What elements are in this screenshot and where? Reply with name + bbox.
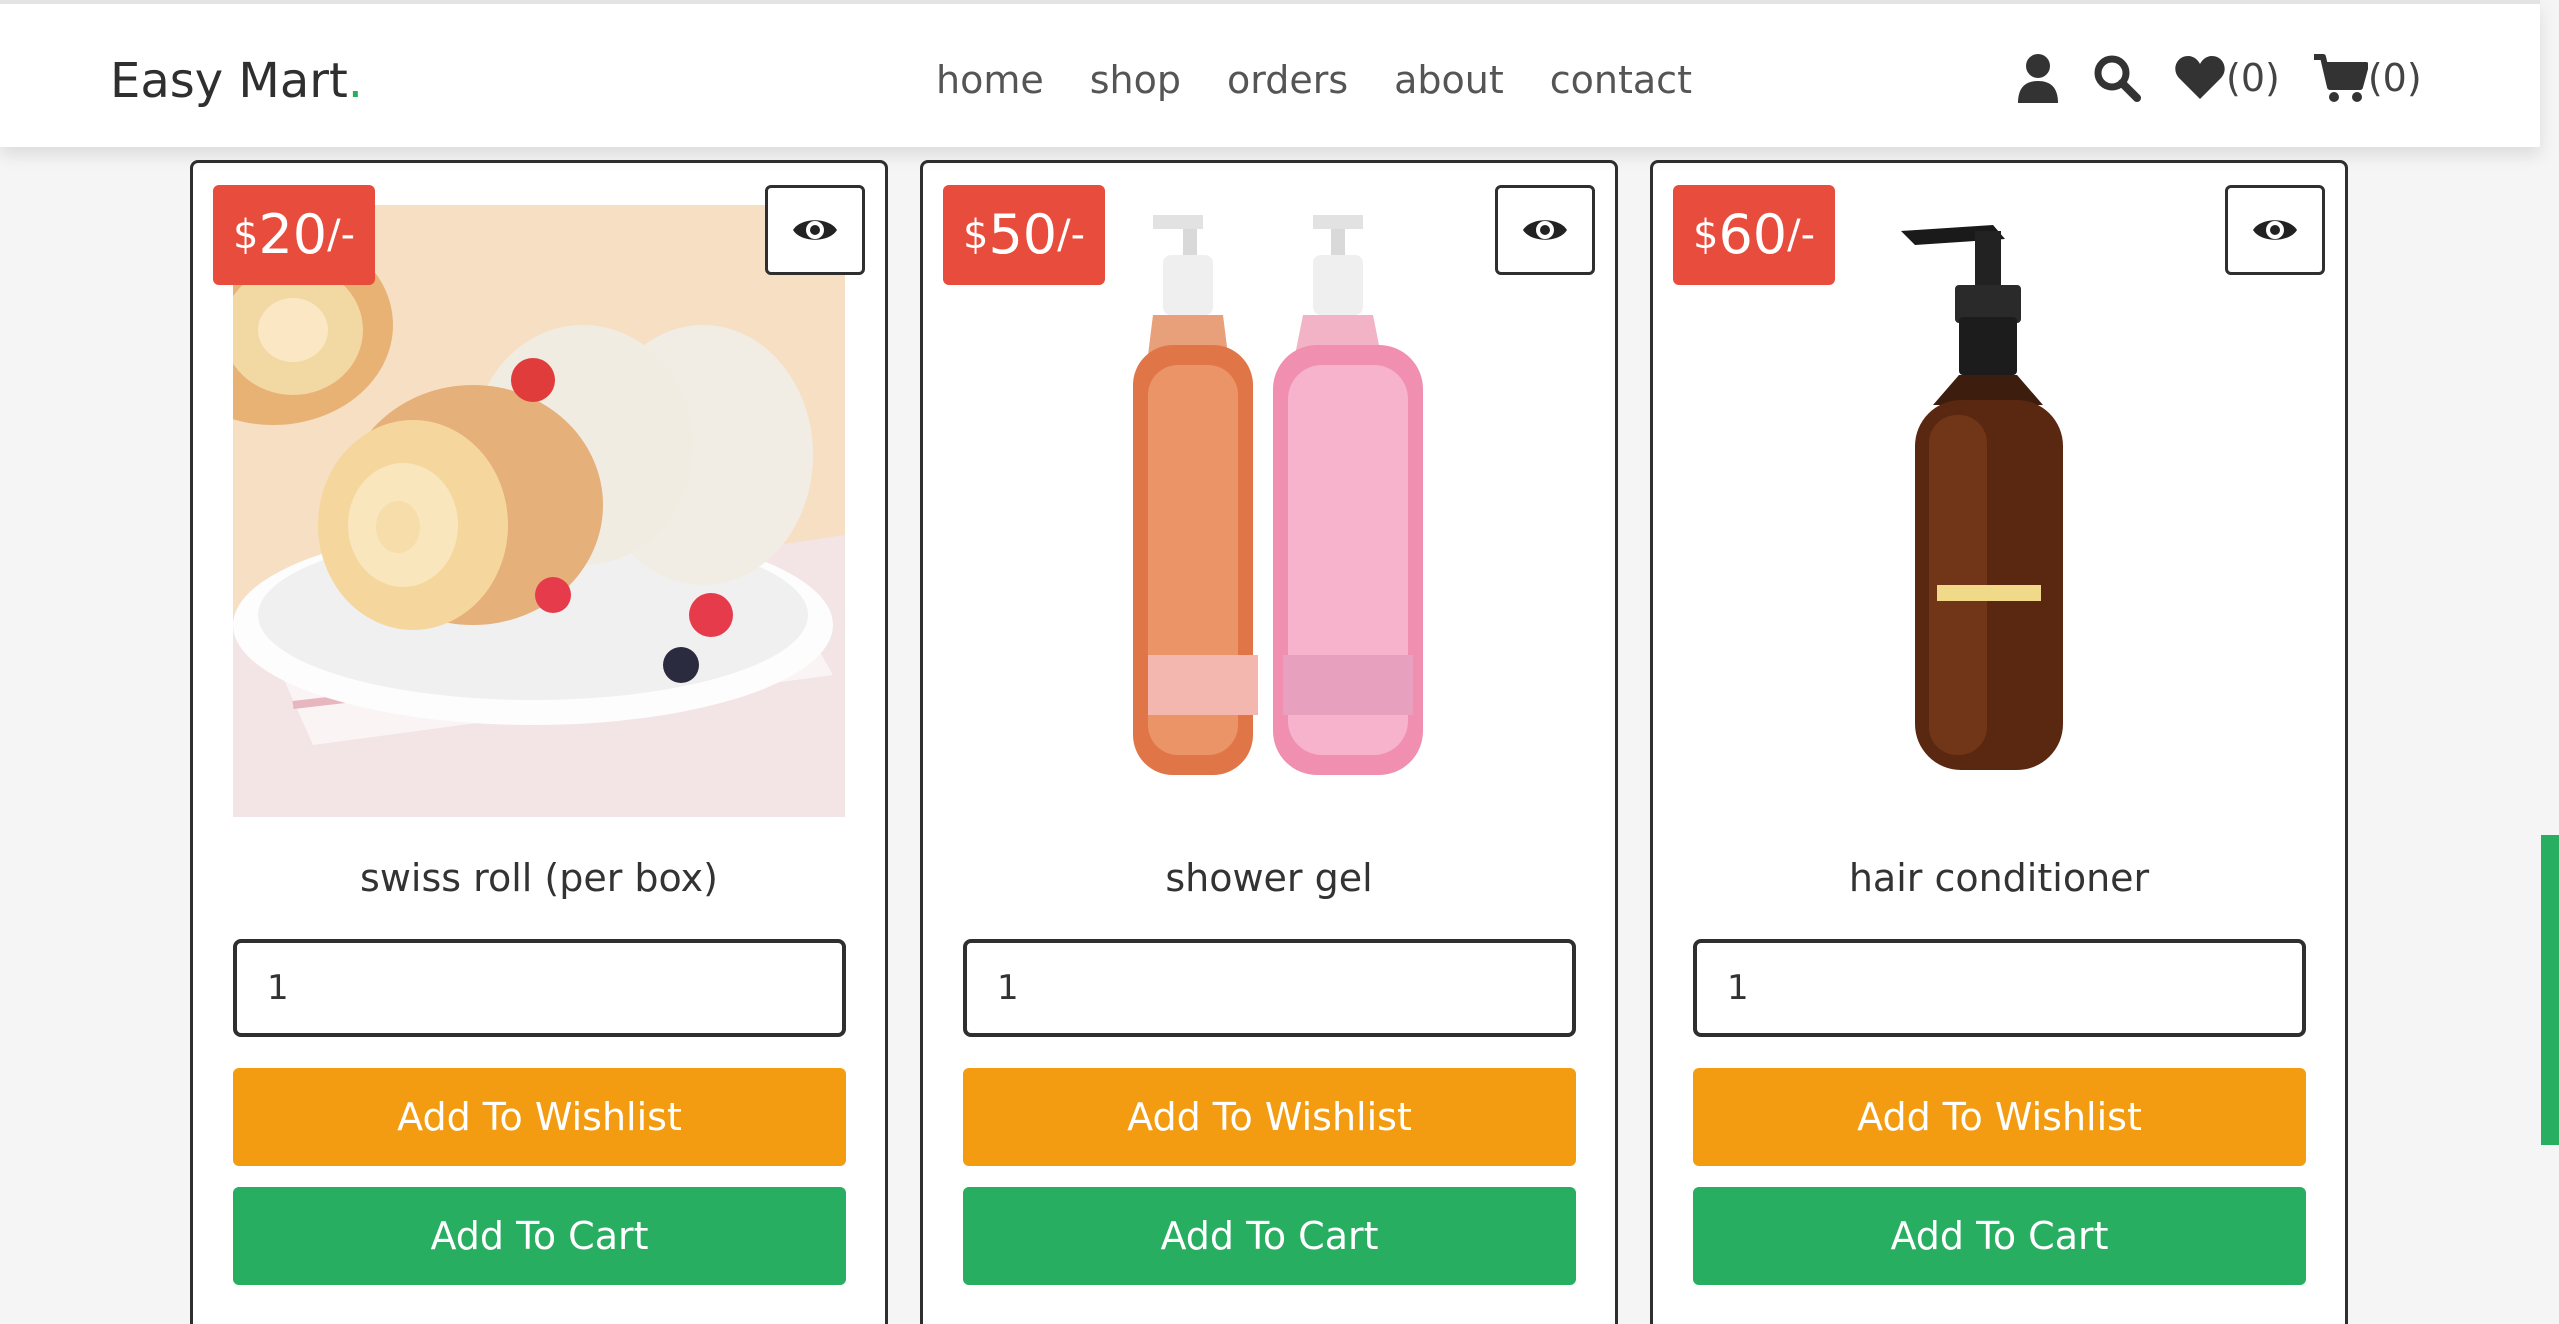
product-name: hair conditioner [1848, 856, 2150, 900]
nav-shop[interactable]: shop [1090, 50, 1181, 110]
price-currency: $ [1693, 212, 1719, 258]
eye-icon [2253, 220, 2297, 240]
wishlist-link[interactable]: (0) [2174, 48, 2280, 108]
price-tag: $20/- [213, 185, 376, 285]
quantity-input[interactable] [233, 939, 846, 1037]
page: Easy Mart. home shop orders about contac… [0, 0, 2559, 1324]
cart-count: (0) [2367, 56, 2422, 100]
product-image-hair-conditioner [1693, 205, 2305, 817]
main-nav: home shop orders about contact [936, 50, 1692, 110]
eye-icon [1523, 220, 1567, 240]
search-icon [2094, 55, 2141, 102]
add-to-cart-button[interactable]: Add To Cart [1693, 1187, 2306, 1285]
quick-view-button[interactable] [2225, 185, 2325, 275]
price-value: 60 [1718, 203, 1788, 266]
price-tag: $60/- [1673, 185, 1836, 285]
eye-icon [793, 220, 837, 240]
logo[interactable]: Easy Mart. [110, 46, 363, 116]
product-name: shower gel [1165, 856, 1373, 900]
price-suffix: /- [1787, 212, 1816, 258]
price-value: 50 [988, 203, 1058, 266]
price-tag: $50/- [943, 185, 1106, 285]
quantity-input[interactable] [963, 939, 1576, 1037]
user-button[interactable] [2016, 53, 2060, 103]
search-button[interactable] [2092, 53, 2142, 103]
quick-view-button[interactable] [1495, 185, 1595, 275]
user-icon [2018, 54, 2058, 103]
add-to-cart-button[interactable]: Add To Cart [963, 1187, 1576, 1285]
nav-contact[interactable]: contact [1550, 50, 1692, 110]
product-image-shower-gel [963, 205, 1575, 817]
wishlist-count: (0) [2226, 56, 2280, 100]
product-card: $50/- shower gel 1 Add To Wishlist Add T… [920, 160, 1618, 1324]
nav-about[interactable]: about [1394, 50, 1504, 110]
add-to-wishlist-button[interactable]: Add To Wishlist [233, 1068, 846, 1166]
logo-text: Easy Mart [110, 53, 348, 109]
product-card: $20/- swiss roll (per box) 1 Add To Wish… [190, 160, 888, 1324]
quick-view-button[interactable] [765, 185, 865, 275]
header-icons: (0) (0) [2016, 48, 2422, 108]
price-suffix: /- [327, 212, 356, 258]
nav-home[interactable]: home [936, 50, 1044, 110]
product-name: swiss roll (per box) [360, 856, 718, 900]
heart-icon [2175, 56, 2225, 99]
product-card: $60/- hair conditioner Add To Wishlist A… [1650, 160, 2348, 1324]
cart-icon [2313, 54, 2368, 102]
scroll-indicator [2541, 835, 2559, 1145]
price-currency: $ [963, 212, 989, 258]
product-image-swiss-roll [233, 205, 845, 817]
logo-dot: . [347, 53, 364, 109]
price-currency: $ [233, 212, 259, 258]
add-to-wishlist-button[interactable]: Add To Wishlist [963, 1068, 1576, 1166]
price-suffix: /- [1057, 212, 1086, 258]
price-value: 20 [258, 203, 328, 266]
cart-link[interactable]: (0) [2312, 48, 2422, 108]
header: Easy Mart. home shop orders about contac… [0, 0, 2540, 147]
add-to-wishlist-button[interactable]: Add To Wishlist [1693, 1068, 2306, 1166]
nav-orders[interactable]: orders [1227, 50, 1348, 110]
add-to-cart-button[interactable]: Add To Cart [233, 1187, 846, 1285]
quantity-input[interactable] [1693, 939, 2306, 1037]
